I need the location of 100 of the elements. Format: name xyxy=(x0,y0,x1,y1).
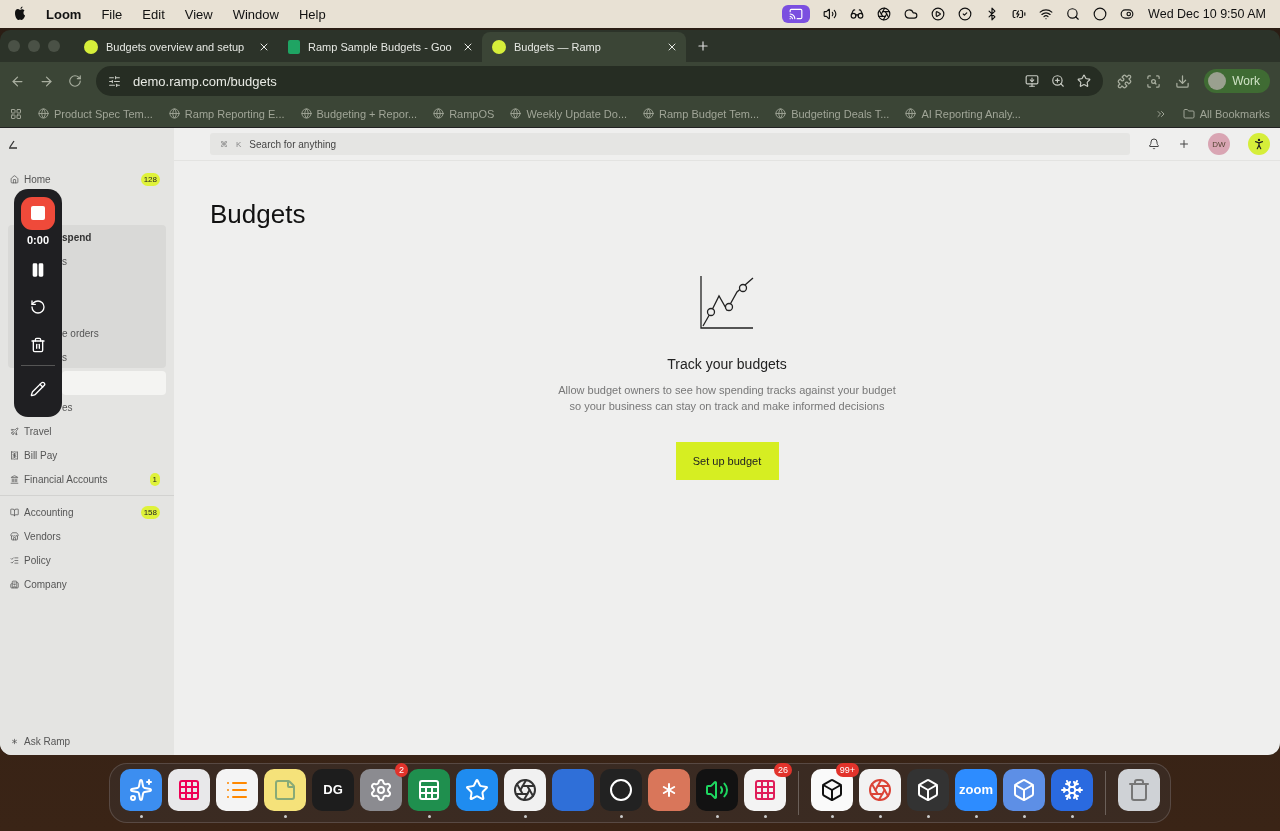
empty-description: Allow budget owners to see how spending tracks against your budget so your business can stay on track and make informed decisions xyxy=(557,383,897,414)
site-settings-icon[interactable] xyxy=(108,74,121,88)
cube-icon[interactable] xyxy=(907,768,949,811)
zoom-icon[interactable] xyxy=(1051,74,1066,88)
menu-item[interactable]: Edit xyxy=(142,6,165,22)
browser-tab[interactable]: Ramp Sample Budgets - Goo xyxy=(278,32,482,62)
tab-title: Budgets overview and setup xyxy=(106,41,246,53)
app-menu[interactable]: Loom xyxy=(46,6,82,22)
stop-icon xyxy=(31,206,45,221)
nav-label: Policy xyxy=(24,554,52,566)
check-icon[interactable] xyxy=(958,7,973,21)
list-icon xyxy=(10,555,19,565)
ask-button[interactable]: Ask Ramp xyxy=(8,736,166,747)
empty-title: Track your budgets xyxy=(667,356,787,372)
apple-icon[interactable] xyxy=(14,5,26,23)
nav-item[interactable]: Home 128 xyxy=(8,167,166,191)
snowflake-icon[interactable] xyxy=(1051,768,1093,811)
user-avatar[interactable]: DW xyxy=(1208,133,1230,155)
app-icon[interactable] xyxy=(456,768,498,811)
nav-item[interactable]: s xyxy=(62,249,166,273)
sound-icon[interactable] xyxy=(696,768,738,811)
close-icon[interactable] xyxy=(462,41,474,53)
aperture-icon[interactable] xyxy=(877,7,892,21)
building-icon xyxy=(10,579,19,589)
nav-label: Bill Pay xyxy=(24,449,59,461)
nav-item[interactable]: Travel xyxy=(8,419,166,443)
nav-item[interactable]: Financial Accounts 1 xyxy=(8,467,166,491)
count-badge: 158 xyxy=(140,505,160,519)
close-icon[interactable] xyxy=(258,41,270,53)
play-icon[interactable] xyxy=(931,7,946,21)
extensions-icon[interactable] xyxy=(1117,73,1133,89)
download-icon[interactable] xyxy=(1175,73,1191,89)
bookmark-label: All Bookmarks xyxy=(1199,107,1270,120)
menu-item[interactable]: Help xyxy=(298,6,326,22)
star-icon[interactable] xyxy=(1077,74,1092,88)
search-field[interactable]: ⌘ K Search for anything xyxy=(210,133,1130,155)
accessibility-button[interactable] xyxy=(1248,133,1270,155)
nav-item[interactable]: Policy xyxy=(8,548,166,572)
asterisk-icon[interactable] xyxy=(648,768,690,811)
circle-icon[interactable] xyxy=(1093,7,1108,21)
grid-icon[interactable] xyxy=(168,768,210,811)
browser-tab[interactable]: Budgets — Ramp xyxy=(482,32,686,62)
plus-icon[interactable] xyxy=(1178,138,1190,150)
bell-icon[interactable] xyxy=(1148,138,1160,150)
nav-item[interactable]: e orders xyxy=(62,321,166,345)
notification-badge: 99+ xyxy=(835,762,859,777)
wifi-icon[interactable] xyxy=(1039,7,1054,21)
nav-label: Accounting xyxy=(24,506,75,518)
nav-item[interactable]: Company xyxy=(8,572,166,596)
volume-icon[interactable] xyxy=(823,7,838,21)
logo-icon xyxy=(492,40,506,54)
nav-item[interactable]: es xyxy=(62,395,166,419)
apps-icon[interactable] xyxy=(10,107,22,120)
search-icon[interactable] xyxy=(1066,7,1081,21)
stop-button[interactable] xyxy=(21,197,55,230)
nav-label: Financial Accounts xyxy=(24,473,109,485)
battery-icon[interactable] xyxy=(1012,7,1027,21)
receipt-icon xyxy=(10,450,19,460)
new-tab-icon[interactable] xyxy=(696,39,710,53)
set-up-button[interactable]: Set up budget xyxy=(675,442,779,480)
logo-icon[interactable] xyxy=(8,139,18,149)
globe-icon xyxy=(300,108,312,119)
toggle-icon[interactable] xyxy=(1120,7,1135,21)
globe-icon xyxy=(775,108,787,119)
jar-icon[interactable] xyxy=(1003,768,1045,811)
app-icon[interactable]: DG xyxy=(312,768,354,811)
screen-share-icon[interactable] xyxy=(782,5,811,23)
menu-item[interactable]: View xyxy=(184,6,213,22)
forward-icon[interactable] xyxy=(39,73,54,89)
menu-item[interactable]: File xyxy=(101,6,123,22)
list-icon[interactable] xyxy=(216,768,258,811)
menu-item[interactable]: Window xyxy=(232,6,279,22)
bookmark-folder[interactable]: All Bookmarks xyxy=(1182,107,1270,120)
nav-item[interactable]: Vendors xyxy=(8,524,166,548)
bookmark[interactable]: RampOS xyxy=(433,107,495,120)
trash-icon[interactable] xyxy=(1118,768,1160,811)
address-bar[interactable]: demo.ramp.com/budgets xyxy=(96,66,1104,96)
nav-item[interactable]: s xyxy=(62,345,166,369)
app-icon[interactable]: zoom xyxy=(955,768,997,811)
profile-button[interactable]: Work xyxy=(1204,69,1270,93)
nav-item[interactable]: Accounting 158 xyxy=(8,500,166,524)
close-icon[interactable] xyxy=(666,41,678,53)
gear-icon[interactable] xyxy=(360,768,402,811)
spreadsheet-icon[interactable] xyxy=(408,768,450,811)
globe-icon xyxy=(168,108,180,119)
browser-tab[interactable]: Budgets overview and setup xyxy=(74,32,278,62)
app-icon[interactable] xyxy=(811,768,853,811)
clock[interactable]: Wed Dec 10 9:50 AM xyxy=(1148,7,1266,21)
glasses-icon[interactable] xyxy=(850,7,865,21)
back-icon[interactable] xyxy=(10,73,25,89)
reload-icon[interactable] xyxy=(68,74,82,88)
count-badge: 1 xyxy=(149,472,160,486)
lens-icon[interactable] xyxy=(1146,73,1162,89)
notepad-icon[interactable] xyxy=(264,768,306,811)
nav-item[interactable]: Bill Pay xyxy=(8,443,166,467)
install-icon[interactable] xyxy=(1025,74,1040,88)
app-icon[interactable] xyxy=(744,768,786,811)
notification-badge: 2 xyxy=(395,762,408,777)
cloud-icon[interactable] xyxy=(904,7,919,21)
nav-item[interactable]: spend xyxy=(62,225,166,249)
